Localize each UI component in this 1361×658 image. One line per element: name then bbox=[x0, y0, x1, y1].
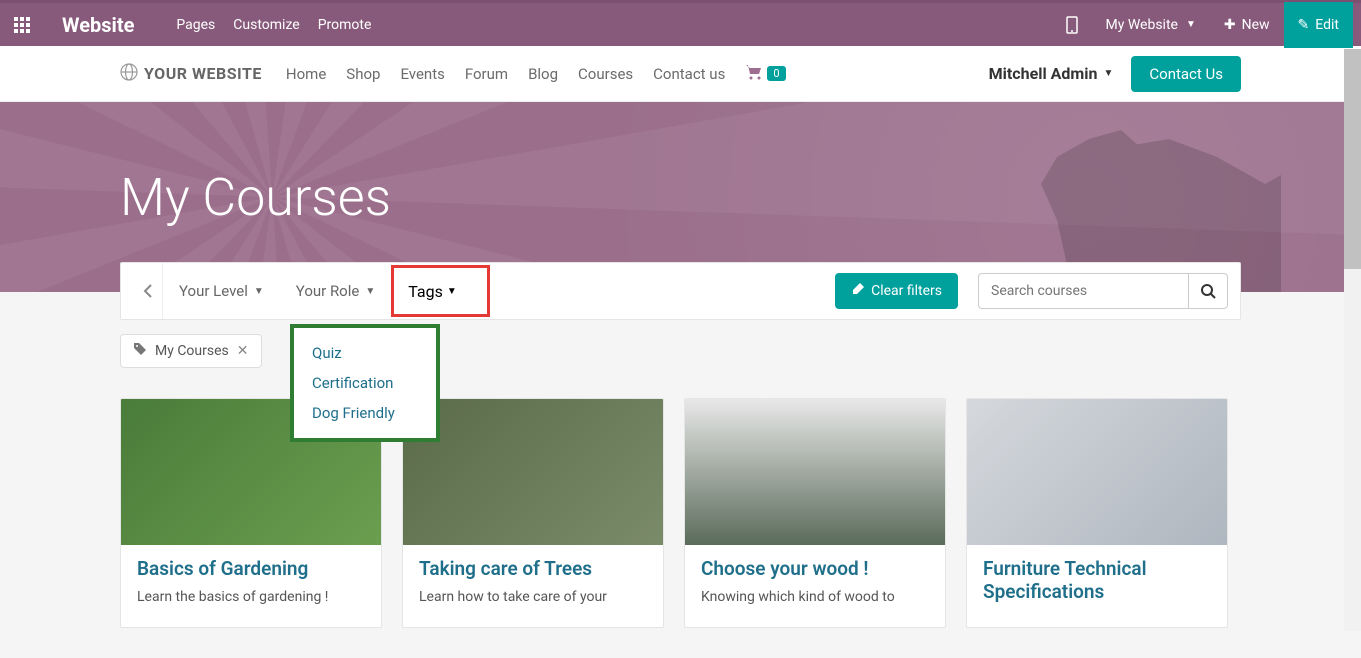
eraser-icon bbox=[851, 282, 865, 300]
your-role-dropdown[interactable]: Your Role ▼ bbox=[280, 263, 391, 319]
course-cards: Basics of Gardening Learn the basics of … bbox=[120, 398, 1241, 628]
my-website-dropdown[interactable]: My Website ▼ bbox=[1092, 2, 1210, 48]
site-logo-text: YOUR WEBSITE bbox=[144, 64, 262, 83]
tag-option-quiz[interactable]: Quiz bbox=[294, 338, 436, 368]
course-desc: Learn the basics of gardening ! bbox=[137, 588, 365, 608]
course-image bbox=[685, 399, 945, 545]
active-filters: My Courses ✕ bbox=[120, 334, 1241, 368]
admin-bar: Website Pages Customize Promote My Websi… bbox=[0, 0, 1361, 46]
site-nav: YOUR WEBSITE Home Shop Events Forum Blog… bbox=[0, 46, 1361, 102]
caret-icon: ▼ bbox=[365, 286, 375, 297]
admin-menu-customize[interactable]: Customize bbox=[233, 17, 299, 33]
user-dropdown[interactable]: Mitchell Admin ▼ bbox=[989, 64, 1114, 83]
scrollbar-thumb[interactable] bbox=[1344, 49, 1361, 269]
scrollbar[interactable] bbox=[1344, 49, 1361, 631]
edit-button[interactable]: ✎ Edit bbox=[1284, 2, 1353, 48]
edit-label: Edit bbox=[1315, 17, 1339, 33]
admin-left: Website Pages Customize Promote bbox=[8, 13, 371, 37]
plus-icon: ✚ bbox=[1224, 17, 1236, 33]
admin-right: My Website ▼ ✚ New ✎ Edit bbox=[1052, 2, 1353, 48]
content: Your Level ▼ Your Role ▼ Tags ▼ Clear fi… bbox=[0, 262, 1361, 628]
tags-dropdown-button[interactable]: Tags ▼ bbox=[391, 265, 490, 317]
nav-blog[interactable]: Blog bbox=[528, 65, 558, 83]
your-level-dropdown[interactable]: Your Level ▼ bbox=[163, 263, 280, 319]
nav-courses[interactable]: Courses bbox=[578, 65, 633, 83]
caret-icon: ▼ bbox=[1186, 19, 1196, 30]
new-button[interactable]: ✚ New bbox=[1210, 2, 1284, 48]
page-title: My Courses bbox=[120, 167, 391, 228]
search-group bbox=[978, 273, 1228, 309]
tag-option-dog-friendly[interactable]: Dog Friendly bbox=[294, 398, 436, 428]
caret-icon: ▼ bbox=[254, 286, 264, 297]
nav-contact[interactable]: Contact us bbox=[653, 65, 725, 83]
search-button[interactable] bbox=[1188, 273, 1228, 309]
contact-us-button[interactable]: Contact Us bbox=[1131, 56, 1241, 92]
course-title: Taking care of Trees bbox=[419, 557, 647, 580]
course-title: Furniture Technical Specifications bbox=[983, 557, 1211, 603]
pencil-icon: ✎ bbox=[1298, 17, 1310, 33]
cart-icon bbox=[745, 64, 763, 84]
new-label: New bbox=[1242, 17, 1270, 33]
course-image bbox=[967, 399, 1227, 545]
clear-filters-button[interactable]: Clear filters bbox=[835, 273, 958, 309]
cart-badge: 0 bbox=[767, 66, 785, 81]
filter-bar: Your Level ▼ Your Role ▼ Tags ▼ Clear fi… bbox=[120, 262, 1241, 320]
nav-shop[interactable]: Shop bbox=[346, 65, 380, 83]
site-nav-right: Mitchell Admin ▼ Contact Us bbox=[989, 56, 1241, 92]
tag-icon bbox=[133, 342, 147, 360]
search-input[interactable] bbox=[978, 273, 1188, 309]
nav-forum[interactable]: Forum bbox=[465, 65, 508, 83]
course-title: Choose your wood ! bbox=[701, 557, 929, 580]
site-nav-links: Home Shop Events Forum Blog Courses Cont… bbox=[286, 65, 725, 83]
your-level-label: Your Level bbox=[179, 282, 248, 300]
your-role-label: Your Role bbox=[296, 282, 360, 300]
admin-menu-promote[interactable]: Promote bbox=[318, 17, 372, 33]
caret-icon: ▼ bbox=[1103, 68, 1113, 79]
tag-option-certification[interactable]: Certification bbox=[294, 368, 436, 398]
back-button[interactable] bbox=[133, 263, 163, 319]
apps-icon[interactable] bbox=[8, 17, 36, 33]
globe-icon bbox=[120, 63, 138, 85]
course-image bbox=[403, 399, 663, 545]
nav-events[interactable]: Events bbox=[400, 65, 444, 83]
admin-menu-pages[interactable]: Pages bbox=[176, 17, 215, 33]
admin-brand[interactable]: Website bbox=[62, 13, 134, 37]
chip-remove[interactable]: ✕ bbox=[237, 343, 249, 359]
site-logo[interactable]: YOUR WEBSITE bbox=[120, 63, 262, 85]
chip-label: My Courses bbox=[155, 343, 229, 359]
nav-home[interactable]: Home bbox=[286, 65, 326, 83]
my-website-label: My Website bbox=[1106, 17, 1178, 33]
cart[interactable]: 0 bbox=[745, 64, 785, 84]
clear-filters-label: Clear filters bbox=[871, 283, 942, 299]
course-title: Basics of Gardening bbox=[137, 557, 365, 580]
filter-chip: My Courses ✕ bbox=[120, 334, 262, 368]
tags-dropdown-panel: Quiz Certification Dog Friendly bbox=[290, 324, 440, 442]
tags-label: Tags bbox=[408, 282, 443, 301]
mobile-preview-icon[interactable] bbox=[1052, 2, 1092, 48]
caret-icon: ▼ bbox=[447, 286, 457, 297]
course-card[interactable]: Furniture Technical Specifications bbox=[966, 398, 1228, 628]
course-desc: Learn how to take care of your bbox=[419, 588, 647, 608]
course-card[interactable]: Choose your wood ! Knowing which kind of… bbox=[684, 398, 946, 628]
course-desc: Knowing which kind of wood to bbox=[701, 588, 929, 608]
course-card[interactable]: Taking care of Trees Learn how to take c… bbox=[402, 398, 664, 628]
user-name: Mitchell Admin bbox=[989, 64, 1098, 83]
